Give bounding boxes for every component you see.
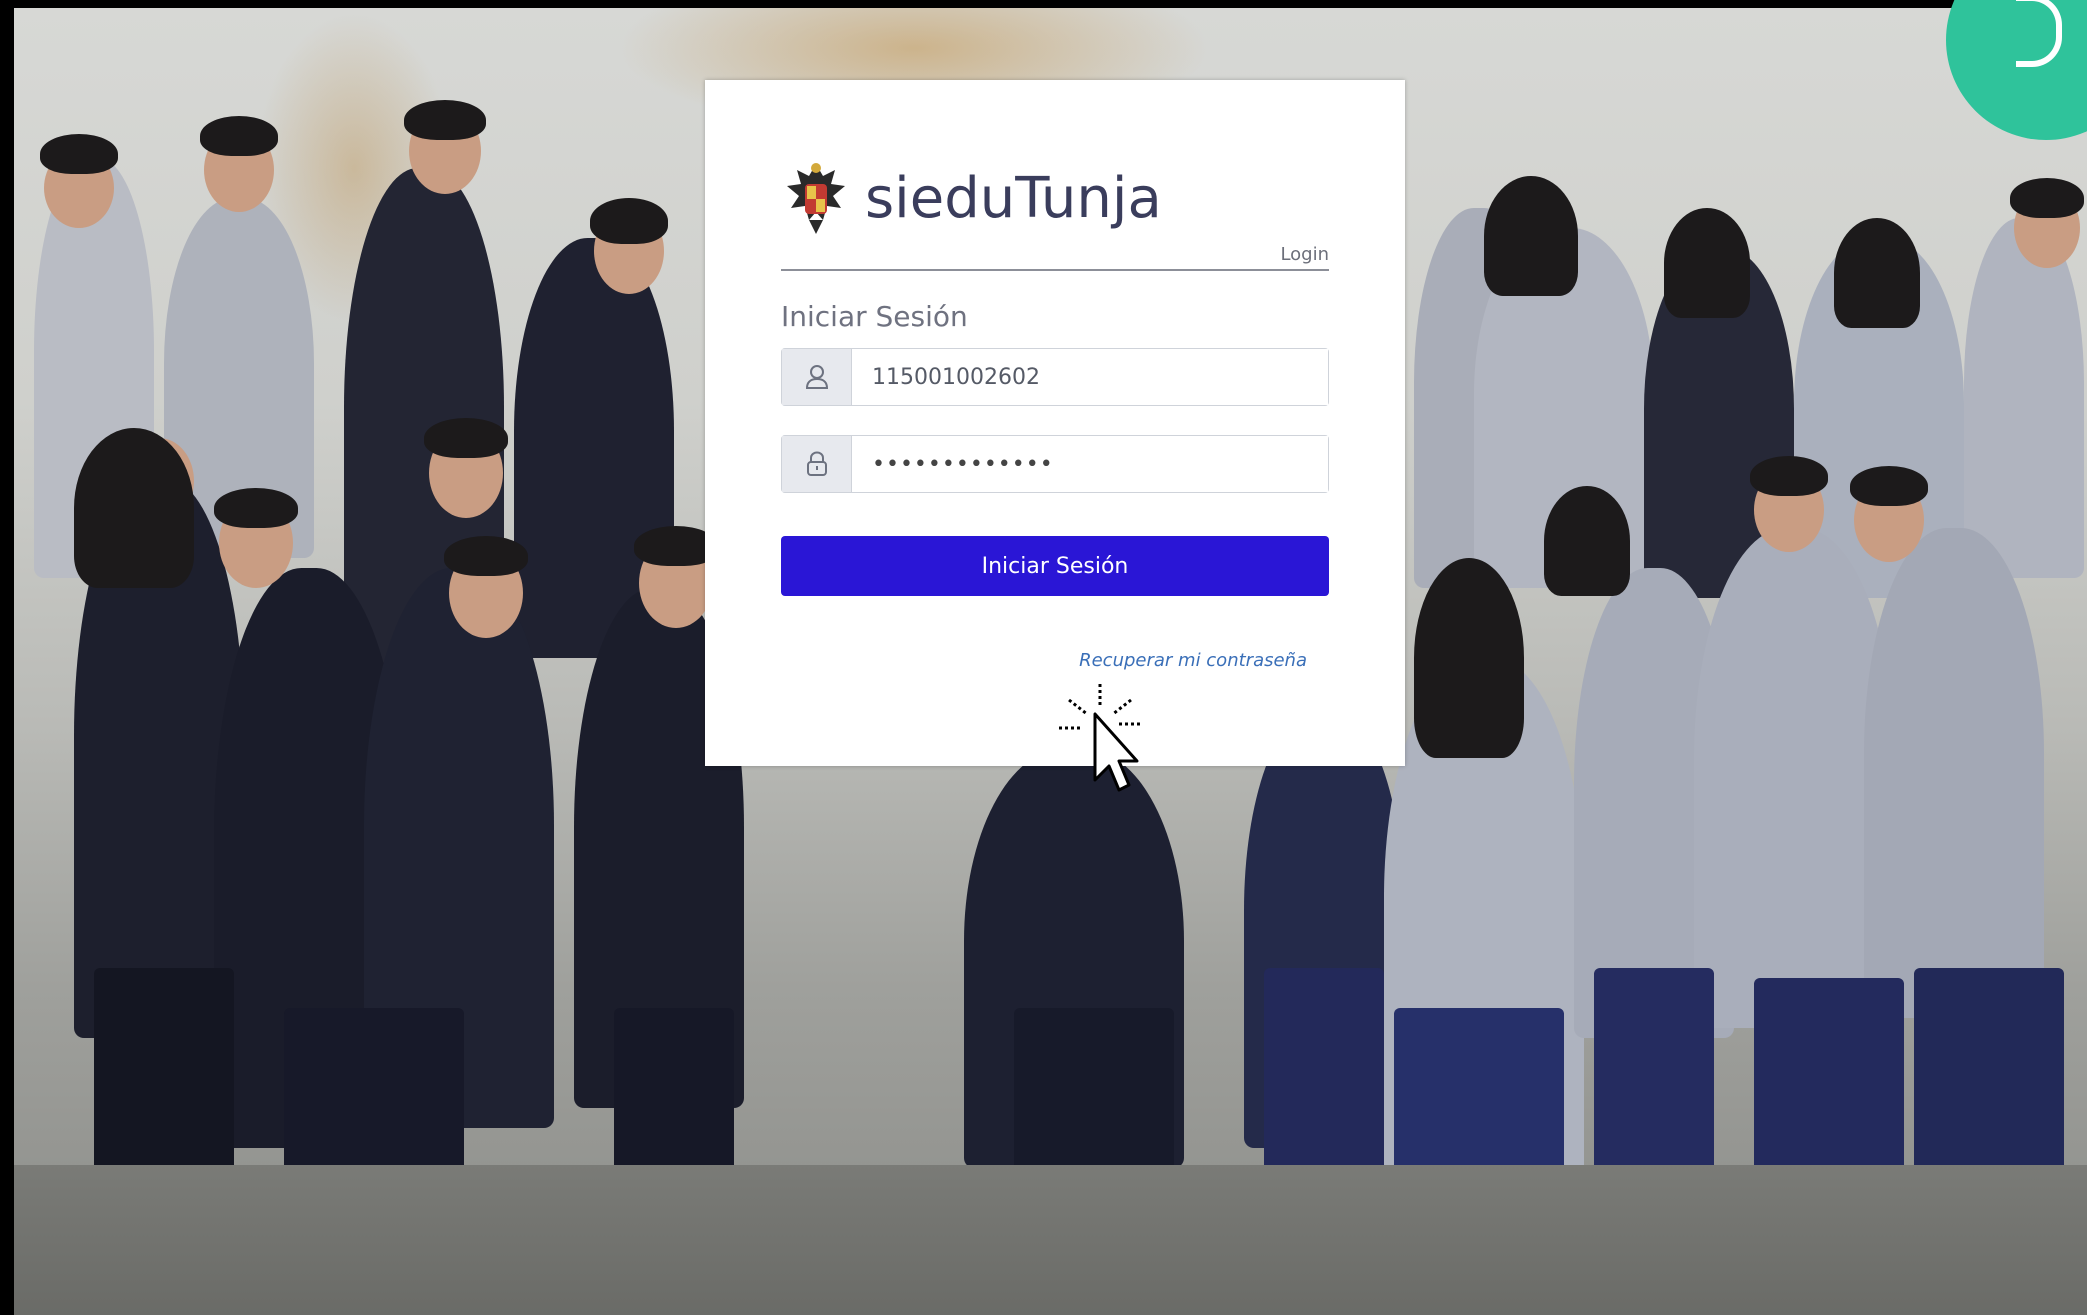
username-input-group: 115001002602 xyxy=(781,348,1329,406)
divider xyxy=(781,269,1329,271)
login-tag: Login xyxy=(1280,244,1329,265)
user-icon xyxy=(782,349,852,405)
login-submit-button[interactable]: Iniciar Sesión xyxy=(781,536,1329,596)
brand-header: sieduTunja xyxy=(783,158,1162,238)
coat-of-arms-icon xyxy=(783,158,849,238)
mouse-pointer-click-icon xyxy=(1055,680,1145,800)
recover-password-link[interactable]: Recuperar mi contraseña xyxy=(1079,650,1307,671)
username-field[interactable]: 115001002602 xyxy=(852,349,1328,405)
brand-name: sieduTunja xyxy=(865,165,1162,231)
password-input-group: ••••••••••••• xyxy=(781,435,1329,493)
password-field[interactable]: ••••••••••••• xyxy=(852,436,1328,492)
login-card: sieduTunja Login Iniciar Sesión 11500100… xyxy=(705,80,1405,766)
form-title: Iniciar Sesión xyxy=(781,300,968,333)
lock-icon xyxy=(782,436,852,492)
login-screen: sieduTunja Login Iniciar Sesión 11500100… xyxy=(0,0,2087,1315)
